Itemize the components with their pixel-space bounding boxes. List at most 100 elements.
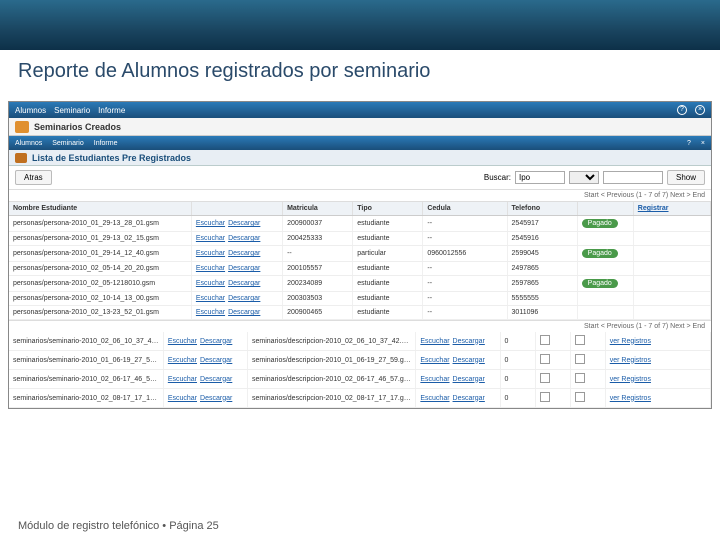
cell-chk1 [535, 351, 570, 370]
show-button[interactable]: Show [667, 170, 705, 185]
cell-chk2 [570, 332, 605, 351]
cell-desc-act: Escuchar Descargar [416, 351, 500, 370]
cell-desc-act: Escuchar Descargar [416, 389, 500, 408]
cell-estado: Pagado [577, 246, 633, 262]
top-nav: Alumnos Seminario Informe ? × [9, 102, 711, 118]
escuchar-link[interactable]: Escuchar [168, 376, 197, 383]
escuchar-link[interactable]: Escuchar [196, 265, 225, 272]
escuchar-link[interactable]: Escuchar [420, 376, 449, 383]
escuchar-link[interactable]: Escuchar [420, 395, 449, 402]
cell-ver: ver Registros [605, 370, 710, 389]
ver-registros-link[interactable]: ver Registros [610, 376, 651, 383]
escuchar-link[interactable]: Escuchar [420, 357, 449, 364]
subnav-informe[interactable]: Informe [94, 140, 118, 147]
cell-sem: seminarios/seminario-2010_02_06-17_46_57… [9, 370, 163, 389]
slide-title-bar: Reporte de Alumnos registrados por semin… [0, 50, 720, 91]
th-tipo[interactable]: Tipo [353, 202, 423, 216]
cell-estado: Pagado [577, 276, 633, 292]
th-nombre[interactable]: Nombre Estudiante [9, 202, 191, 216]
subnav-seminario[interactable]: Seminario [52, 140, 84, 147]
descargar-link[interactable]: Descargar [200, 338, 232, 345]
checkbox[interactable] [575, 392, 585, 402]
ver-registros-link[interactable]: ver Registros [610, 338, 651, 345]
descargar-link[interactable]: Descargar [228, 295, 260, 302]
app-shell: Alumnos Seminario Informe ? × Seminario s… [8, 101, 712, 409]
escuchar-link[interactable]: Escuchar [168, 395, 197, 402]
nav-informe[interactable]: Informe [98, 106, 125, 115]
th-cedula[interactable]: Cedula [423, 202, 507, 216]
pager-top[interactable]: Start < Previous (1 - 7 of 7) Next > End [9, 190, 711, 202]
descargar-link[interactable]: Descargar [228, 309, 260, 316]
descargar-link[interactable]: Descargar [200, 357, 232, 364]
descargar-link[interactable]: Descargar [453, 395, 485, 402]
subnav-alumnos[interactable]: Alumnos [15, 140, 42, 147]
help2-icon[interactable]: ? [687, 140, 691, 147]
cell-ver: ver Registros [605, 389, 710, 408]
checkbox[interactable] [575, 354, 585, 364]
th-registrar[interactable]: Registrar [633, 202, 710, 216]
cell-chk1 [535, 370, 570, 389]
nav-seminario[interactable]: Seminario [54, 106, 90, 115]
pager-mid[interactable]: Start < Previous (1 - 7 of 7) Next > End [9, 320, 711, 332]
cell-registrar [633, 306, 710, 320]
descargar-link[interactable]: Descargar [228, 250, 260, 257]
escuchar-link[interactable]: Escuchar [168, 338, 197, 345]
cell-sem-act: EscucharDescargar [163, 351, 247, 370]
descargar-link[interactable]: Descargar [228, 280, 260, 287]
checkbox[interactable] [540, 373, 550, 383]
cell-chk2 [570, 389, 605, 408]
descargar-link[interactable]: Descargar [228, 220, 260, 227]
ver-registros-link[interactable]: ver Registros [610, 357, 651, 364]
escuchar-link[interactable]: Escuchar [196, 295, 225, 302]
th-telefono[interactable]: Telefono [507, 202, 577, 216]
descargar-link[interactable]: Descargar [228, 265, 260, 272]
checkbox[interactable] [575, 373, 585, 383]
checkbox[interactable] [540, 354, 550, 364]
search-extra-input[interactable] [603, 171, 663, 184]
pagado-badge: Pagado [582, 279, 618, 288]
nav-alumnos[interactable]: Alumnos [15, 106, 46, 115]
cell-desc: seminarios/descripcion-2010_02_06-17_46_… [248, 370, 416, 389]
checkbox[interactable] [575, 335, 585, 345]
table-row: personas/persona-2010_01_29-13_02_15.gsm… [9, 232, 711, 246]
cell-cedula: -- [423, 276, 507, 292]
cell-acciones: EscucharDescargar [191, 216, 282, 232]
back-button[interactable]: Atras [15, 170, 52, 185]
escuchar-link[interactable]: Escuchar [196, 235, 225, 242]
footer-module: Módulo de registro telefónico [18, 520, 159, 532]
close2-icon[interactable]: × [701, 140, 705, 147]
search-select[interactable] [569, 171, 599, 184]
close-icon[interactable]: × [695, 105, 705, 115]
cell-desc: seminarios/descripcion-2010_02_06_10_37_… [248, 332, 416, 351]
th-estado [577, 202, 633, 216]
cell-chk2 [570, 370, 605, 389]
cell-nombre: personas/persona-2010_02_05-14_20_20.gsm [9, 262, 191, 276]
cell-count: 0 [500, 351, 535, 370]
th-matricula[interactable]: Matricula [283, 202, 353, 216]
escuchar-link[interactable]: Escuchar [420, 338, 449, 345]
descargar-link[interactable]: Descargar [200, 395, 232, 402]
descargar-link[interactable]: Descargar [453, 376, 485, 383]
cell-desc: seminarios/descripcion-2010_01_06-19_27_… [248, 351, 416, 370]
escuchar-link[interactable]: Escuchar [196, 220, 225, 227]
search-input[interactable] [515, 171, 565, 184]
cell-cedula: 0960012556 [423, 246, 507, 262]
ver-registros-link[interactable]: ver Registros [610, 395, 651, 402]
cell-chk2 [570, 351, 605, 370]
descargar-link[interactable]: Descargar [453, 338, 485, 345]
slide-title: Reporte de Alumnos registrados por semin… [18, 60, 702, 83]
help-icon[interactable]: ? [677, 105, 687, 115]
table-row: seminarios/seminario-2010_02_06_10_37_42… [9, 332, 711, 351]
descargar-link[interactable]: Descargar [453, 357, 485, 364]
table-row: personas/persona-2010_01_29-14_12_40.gsm… [9, 246, 711, 262]
escuchar-link[interactable]: Escuchar [168, 357, 197, 364]
checkbox[interactable] [540, 392, 550, 402]
checkbox[interactable] [540, 335, 550, 345]
escuchar-link[interactable]: Escuchar [196, 280, 225, 287]
descargar-link[interactable]: Descargar [228, 235, 260, 242]
cell-ver: ver Registros [605, 351, 710, 370]
descargar-link[interactable]: Descargar [200, 376, 232, 383]
escuchar-link[interactable]: Escuchar [196, 250, 225, 257]
escuchar-link[interactable]: Escuchar [196, 309, 225, 316]
cell-matricula: 200303503 [283, 292, 353, 306]
